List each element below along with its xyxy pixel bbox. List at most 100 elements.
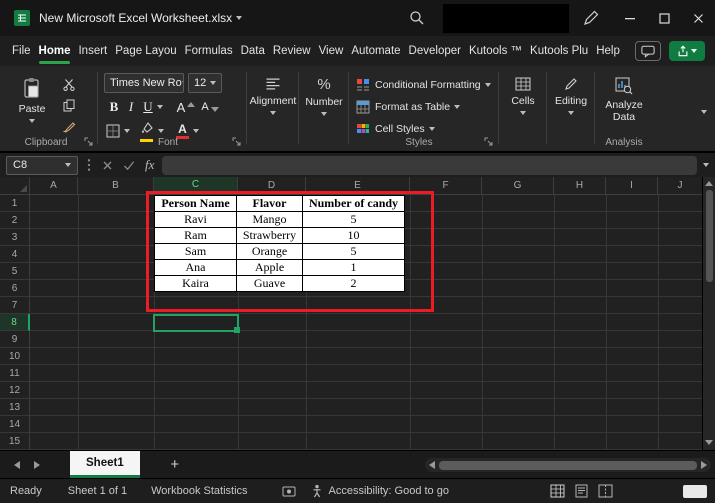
zoom-indicator[interactable] [683,484,707,498]
ribbon-collapse-icon[interactable] [701,110,707,114]
group-divider [97,72,98,144]
row-header-7[interactable]: 7 [0,297,30,314]
styles-dialog-launcher-icon[interactable] [484,137,494,147]
title-dropdown-icon[interactable] [236,16,243,20]
column-header-i[interactable]: I [606,177,658,194]
analyze-data-button[interactable]: Analyze Data [598,72,650,140]
column-header-h[interactable]: H [554,177,606,194]
previous-sheet-icon[interactable] [14,460,20,469]
cell-styles-button[interactable]: Cell Styles [356,119,435,138]
formula-bar-expand-icon[interactable] [703,163,709,167]
scroll-up-icon[interactable] [705,181,713,186]
next-sheet-icon[interactable] [34,460,40,469]
number-label: Number [305,96,343,108]
formula-bar-grip-icon[interactable] [86,158,92,172]
font-dialog-launcher-icon[interactable] [232,137,242,147]
menu-tab-formulas[interactable]: Formulas [181,36,237,66]
font-size-select[interactable]: 12 [188,73,222,93]
number-format-button[interactable]: % Number [302,72,346,140]
underline-button[interactable]: U [140,97,166,117]
menu-tab-help[interactable]: Help [592,36,624,66]
scroll-down-icon[interactable] [705,440,713,445]
view-normal-icon[interactable] [550,484,565,498]
pen-icon[interactable] [583,10,599,26]
cancel-entry-icon[interactable] [102,160,113,171]
row-header-5[interactable]: 5 [0,263,30,280]
editing-button[interactable]: Editing [550,72,592,140]
close-button[interactable] [681,0,715,36]
insert-function-button[interactable]: fx [145,157,154,173]
paste-button[interactable]: Paste [10,72,54,140]
editing-label: Editing [554,95,588,107]
font-name-select[interactable]: Times New Ro [104,73,184,93]
italic-button[interactable]: I [124,97,138,117]
view-page-layout-icon[interactable] [574,484,589,498]
row-header-15[interactable]: 15 [0,433,30,450]
copy-button[interactable] [58,96,80,114]
clipboard-dialog-launcher-icon[interactable] [84,137,94,147]
row-header-14[interactable]: 14 [0,416,30,433]
accessibility-status[interactable]: Accessibility: Good to go [329,485,449,497]
minimize-button[interactable] [613,0,647,36]
menu-tab-automate[interactable]: Automate [347,36,404,66]
row-header-6[interactable]: 6 [0,280,30,297]
row-header-12[interactable]: 12 [0,382,30,399]
conditional-formatting-button[interactable]: Conditional Formatting [356,75,491,94]
decrease-font-button[interactable]: A [200,97,220,117]
column-header-b[interactable]: B [78,177,154,194]
scroll-right-icon[interactable] [701,461,707,469]
maximize-button[interactable] [647,0,681,36]
cut-button[interactable] [58,75,80,93]
horizontal-scroll-thumb[interactable] [439,460,697,470]
menu-tab-file[interactable]: File [8,36,35,66]
scroll-left-icon[interactable] [429,461,435,469]
enter-entry-icon[interactable] [123,160,135,171]
row-header-8[interactable]: 8 [0,314,30,331]
row-header-3[interactable]: 3 [0,229,30,246]
analysis-group-label: Analysis [605,137,643,148]
add-sheet-button[interactable]: + [166,456,184,473]
row-header-10[interactable]: 10 [0,348,30,365]
search-icon[interactable] [409,10,425,26]
column-header-j[interactable]: J [658,177,702,194]
horizontal-scrollbar[interactable] [425,458,711,472]
row-header-13[interactable]: 13 [0,399,30,416]
row-header-11[interactable]: 11 [0,365,30,382]
fill-handle[interactable] [234,327,240,333]
menu-tab-kutools-plus[interactable]: Kutools Plu [526,36,592,66]
bold-button[interactable]: B [106,97,122,117]
column-header-a[interactable]: A [30,177,78,194]
spreadsheet-grid[interactable]: A B C D E F G H I J 1 2 3 4 5 6 7 8 9 10… [0,177,702,450]
formula-input[interactable] [162,155,697,175]
column-header-g[interactable]: G [482,177,554,194]
comments-button[interactable] [635,41,661,61]
vertical-scrollbar[interactable] [702,177,715,450]
menu-tab-developer[interactable]: Developer [405,36,465,66]
increase-font-button[interactable]: A [176,97,196,117]
menu-tab-kutools[interactable]: Kutools ™ [465,36,526,66]
alignment-button[interactable]: Alignment [250,72,296,140]
menu-tab-insert[interactable]: Insert [74,36,111,66]
select-all-corner[interactable] [0,177,30,194]
name-box[interactable]: C8 [6,155,78,175]
menu-tab-data[interactable]: Data [237,36,269,66]
row-header-1[interactable]: 1 [0,195,30,212]
menu-tab-view[interactable]: View [315,36,348,66]
selected-cell-outline[interactable] [153,314,240,333]
row-header-2[interactable]: 2 [0,212,30,229]
menu-tab-review[interactable]: Review [269,36,315,66]
sheet-tab-sheet1[interactable]: Sheet1 [70,451,140,478]
view-page-break-icon[interactable] [598,484,613,498]
cells-button[interactable]: Cells [502,72,544,140]
workbook-statistics-button[interactable]: Workbook Statistics [151,485,247,497]
row-header-4[interactable]: 4 [0,246,30,263]
format-painter-button[interactable] [58,117,80,135]
font-size-dropdown-icon [210,81,216,85]
share-button[interactable] [669,41,705,61]
macro-record-icon[interactable] [282,485,296,498]
format-as-table-button[interactable]: Format as Table [356,97,461,116]
menu-tab-home[interactable]: Home [35,36,75,66]
vertical-scroll-thumb[interactable] [705,190,713,282]
menu-tab-page-layout[interactable]: Page Layou [111,36,180,66]
row-header-9[interactable]: 9 [0,331,30,348]
